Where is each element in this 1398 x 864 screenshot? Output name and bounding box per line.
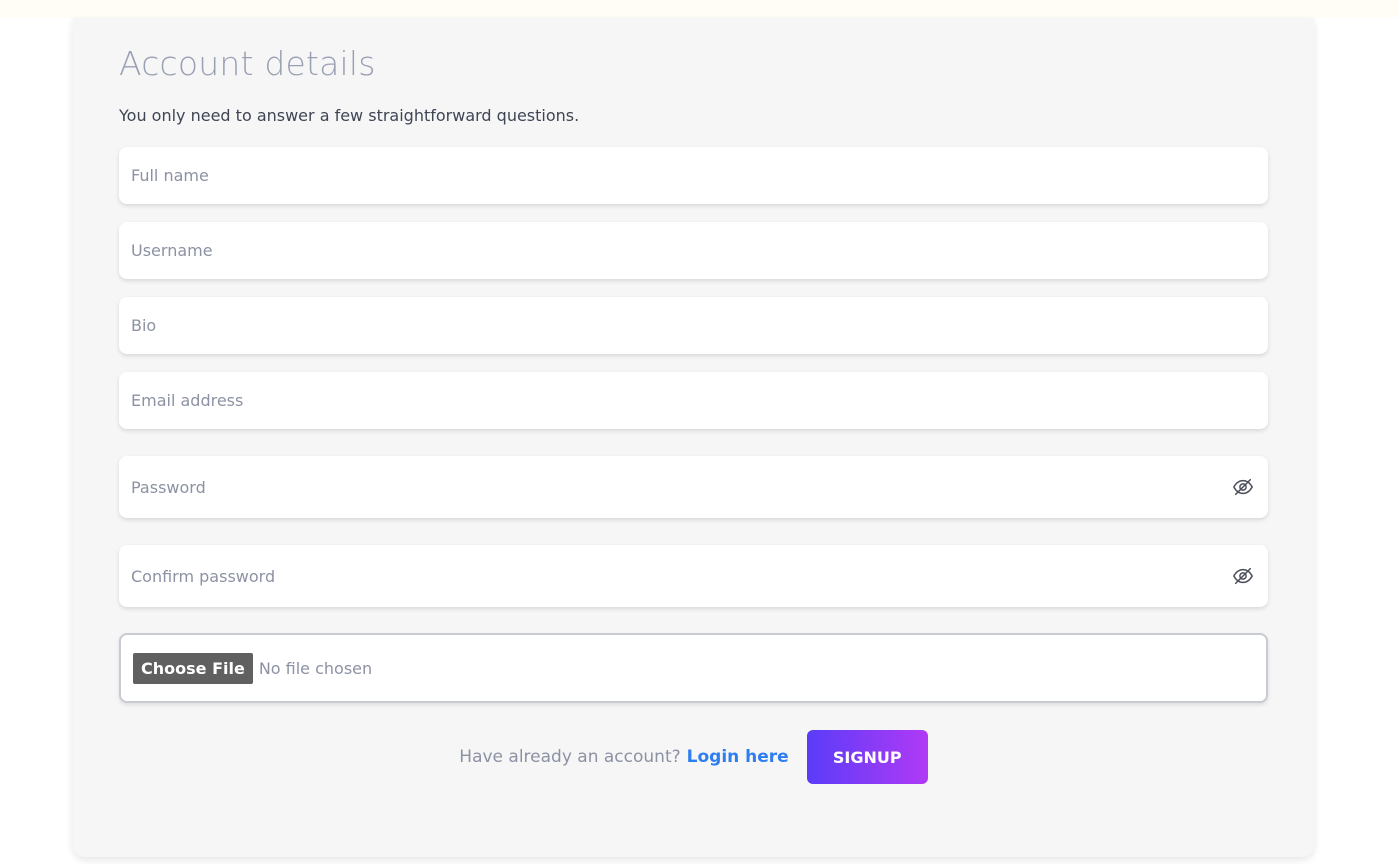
eye-off-icon[interactable] bbox=[1232, 476, 1254, 498]
signup-button[interactable]: SIGNUP bbox=[806, 730, 928, 784]
password-field bbox=[119, 456, 1268, 518]
bio-field bbox=[119, 297, 1268, 354]
page-subtitle: You only need to answer a few straightfo… bbox=[119, 106, 580, 125]
full-name-field bbox=[119, 147, 1268, 204]
username-input[interactable] bbox=[131, 222, 1256, 279]
full-name-input[interactable] bbox=[131, 147, 1256, 204]
file-status-text: No file chosen bbox=[258, 658, 373, 678]
email-input[interactable] bbox=[131, 372, 1256, 429]
login-prompt-text: Have already an account? bbox=[459, 747, 681, 767]
confirm-password-input[interactable] bbox=[131, 545, 1256, 607]
account-form-card: Account details You only need to answer … bbox=[73, 18, 1314, 857]
form-footer: Have already an account? Login here SIGN… bbox=[73, 730, 1314, 784]
bio-input[interactable] bbox=[131, 297, 1256, 354]
login-link[interactable]: Login here bbox=[687, 747, 789, 767]
password-input[interactable] bbox=[131, 456, 1256, 518]
username-field bbox=[119, 222, 1268, 279]
page-title: Account details bbox=[119, 44, 376, 83]
choose-file-button[interactable]: Choose File bbox=[133, 652, 253, 684]
browser-bookmarks-strip bbox=[0, 0, 1398, 18]
eye-off-icon[interactable] bbox=[1232, 565, 1254, 587]
email-field bbox=[119, 372, 1268, 429]
file-upload-field[interactable]: Choose File No file chosen bbox=[119, 633, 1268, 703]
confirm-password-field bbox=[119, 545, 1268, 607]
